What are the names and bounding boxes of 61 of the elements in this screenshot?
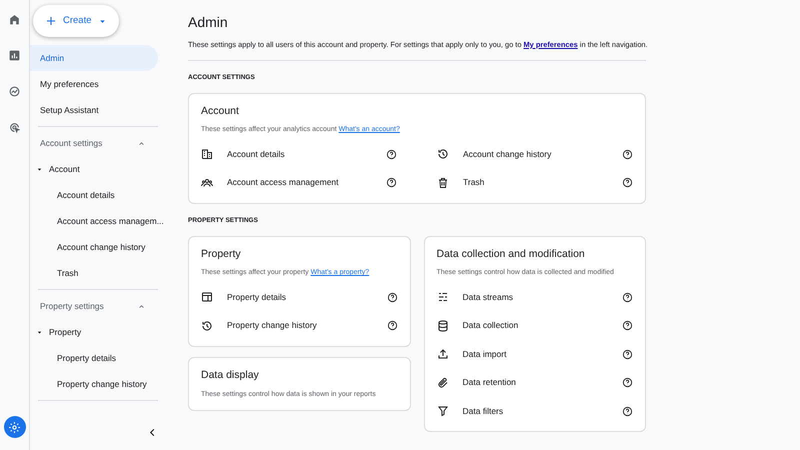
target-cursor-icon <box>8 120 21 134</box>
section-header[interactable]: Property settings <box>30 293 158 320</box>
tree-item[interactable]: Property <box>30 319 158 346</box>
help-icon[interactable] <box>622 348 633 360</box>
tree-item[interactable]: Trash <box>30 260 170 286</box>
help-icon[interactable] <box>622 406 633 417</box>
help-icon[interactable] <box>386 292 398 303</box>
tree-item[interactable]: Property details <box>30 345 170 372</box>
history-icon <box>437 148 449 160</box>
help-icon[interactable] <box>386 148 397 160</box>
tree-item[interactable]: Property change history <box>30 371 170 398</box>
settings-link[interactable]: Account change history <box>463 148 608 161</box>
help-icon[interactable] <box>622 177 633 188</box>
settings-link[interactable]: Data import <box>462 348 608 361</box>
caret-down-icon <box>36 166 43 173</box>
nav-item[interactable]: Admin <box>30 45 158 72</box>
help-icon[interactable] <box>622 148 633 160</box>
help-icon[interactable] <box>622 377 633 388</box>
paperclip-icon <box>436 376 448 389</box>
create-button[interactable]: Create <box>33 5 119 38</box>
building-icon <box>201 148 213 160</box>
card-title: Data display <box>201 368 260 383</box>
settings-link[interactable]: Property details <box>227 290 372 304</box>
nav-item[interactable]: My preferences <box>30 71 158 98</box>
section-header[interactable]: Account settings <box>30 130 158 156</box>
streams-icon <box>436 291 448 304</box>
settings-link[interactable]: Account access management <box>227 176 372 190</box>
database-icon <box>436 320 448 332</box>
help-icon[interactable] <box>622 320 633 332</box>
help-icon[interactable] <box>622 292 633 303</box>
tree-item[interactable]: Account <box>30 156 158 182</box>
card-title: Account <box>201 104 240 119</box>
bar-chart-icon <box>8 48 21 62</box>
people-icon <box>201 176 213 189</box>
nav-item[interactable]: Setup Assistant <box>30 97 158 124</box>
settings-link[interactable]: Data streams <box>462 290 608 304</box>
chart-circle-icon <box>8 84 21 98</box>
page-title: Admin <box>188 14 229 31</box>
upload-icon <box>436 348 448 360</box>
settings-icon <box>8 420 21 434</box>
card-title: Data collection and modification <box>436 246 586 262</box>
trash-icon <box>437 176 449 189</box>
tree-item[interactable]: Account details <box>30 182 170 208</box>
history-icon <box>201 320 213 332</box>
settings-link[interactable]: Trash <box>463 176 608 190</box>
tree-item[interactable]: Account change history <box>30 234 170 260</box>
caret-down-icon <box>36 328 43 336</box>
settings-link[interactable]: Account details <box>227 148 372 161</box>
help-icon[interactable] <box>386 320 398 332</box>
panel-icon <box>201 291 213 304</box>
settings-link[interactable]: Data retention <box>462 376 608 390</box>
settings-link[interactable]: Data filters <box>462 404 608 418</box>
settings-button[interactable] <box>4 416 26 438</box>
card-title: Property <box>201 246 242 262</box>
help-icon[interactable] <box>386 177 397 188</box>
settings-link[interactable]: Data collection <box>462 319 608 332</box>
filter-icon <box>436 405 448 418</box>
home-icon <box>8 12 21 26</box>
tree-item[interactable]: Account access managem... <box>30 208 170 234</box>
plus-icon <box>45 15 57 28</box>
settings-link[interactable]: Property change history <box>227 319 372 332</box>
